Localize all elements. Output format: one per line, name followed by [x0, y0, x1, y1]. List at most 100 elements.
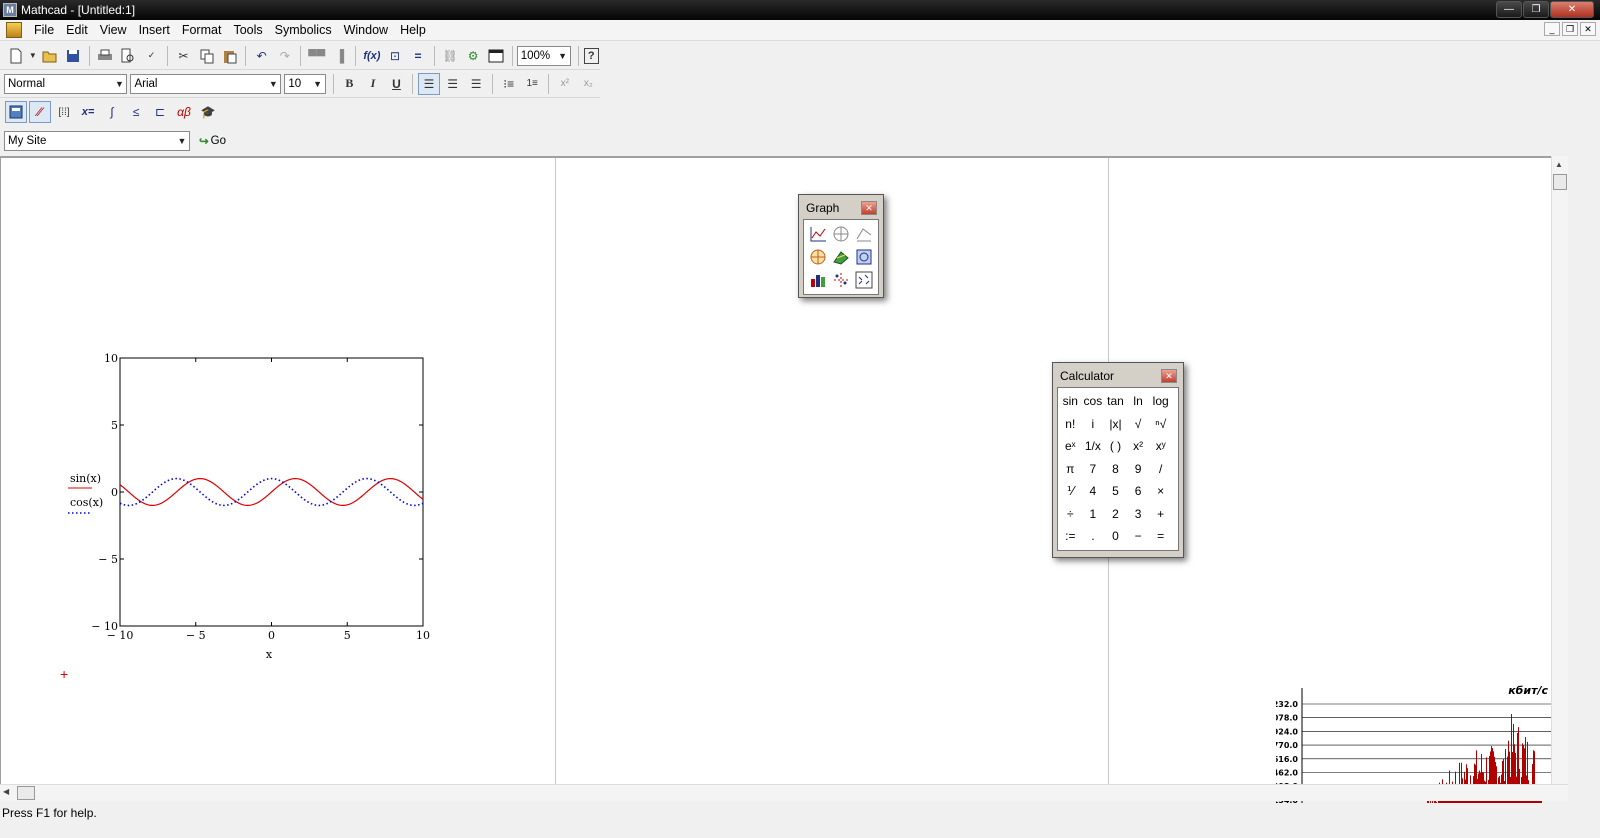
- spell-check-icon[interactable]: ✓: [141, 45, 162, 67]
- close-button[interactable]: ✕: [1550, 1, 1594, 18]
- calculus-toolbar-icon[interactable]: ∫: [101, 101, 123, 123]
- align-down-icon[interactable]: ▐: [329, 45, 350, 67]
- calculator-key[interactable]: +: [1149, 503, 1172, 526]
- programming-toolbar-icon[interactable]: ⊏: [149, 101, 171, 123]
- calculator-key[interactable]: xʸ: [1149, 435, 1172, 458]
- location-select[interactable]: My Site ▼: [4, 131, 190, 151]
- menu-symbolics[interactable]: Symbolics: [269, 23, 338, 37]
- calculator-key[interactable]: sin: [1059, 390, 1082, 413]
- calculator-key[interactable]: i: [1082, 413, 1105, 436]
- menu-file[interactable]: File: [28, 23, 60, 37]
- calculator-key[interactable]: ( ): [1104, 435, 1127, 458]
- polar-plot-icon[interactable]: [830, 223, 852, 245]
- menu-format[interactable]: Format: [176, 23, 228, 37]
- 3d-scatter-plot-icon[interactable]: [853, 246, 875, 268]
- calculator-key[interactable]: ln: [1127, 390, 1150, 413]
- align-right-icon[interactable]: ☰: [465, 73, 487, 95]
- calculator-key[interactable]: −: [1127, 525, 1150, 548]
- calculator-key[interactable]: 3: [1127, 503, 1150, 526]
- calculator-key[interactable]: 9: [1127, 458, 1150, 481]
- cut-icon[interactable]: ✂: [173, 45, 194, 67]
- insert-unit-icon[interactable]: ⊡: [384, 45, 405, 67]
- calculator-key[interactable]: cos: [1082, 390, 1105, 413]
- calculator-key[interactable]: 4: [1082, 480, 1105, 503]
- calculator-key[interactable]: tan: [1104, 390, 1127, 413]
- calculate-icon[interactable]: =: [408, 45, 429, 67]
- symbolic-toolbar-icon[interactable]: 🎓: [197, 101, 219, 123]
- component-wizard-icon[interactable]: ⚙: [463, 45, 484, 67]
- xy-plot[interactable]: 1050− 5− 10 − 10− 5 0 5 10 sin(x) cos(x) x: [60, 352, 440, 662]
- paste-icon[interactable]: [219, 45, 240, 67]
- undo-icon[interactable]: ↶: [251, 45, 272, 67]
- menu-insert[interactable]: Insert: [133, 23, 176, 37]
- calculator-key[interactable]: ×: [1149, 480, 1172, 503]
- calculator-key[interactable]: eˣ: [1059, 435, 1082, 458]
- zoom-select[interactable]: 100% ▼: [516, 45, 571, 66]
- surface-plot-icon[interactable]: [853, 223, 875, 245]
- calculator-key[interactable]: π: [1059, 458, 1082, 481]
- calculator-key[interactable]: 1: [1082, 503, 1105, 526]
- calculator-key[interactable]: 2: [1104, 503, 1127, 526]
- trace-icon[interactable]: [853, 269, 875, 291]
- calculator-key[interactable]: √: [1127, 413, 1150, 436]
- bold-button[interactable]: B: [339, 73, 361, 95]
- chevron-down-icon[interactable]: ▼: [28, 45, 38, 67]
- print-preview-icon[interactable]: [118, 45, 139, 67]
- graph-palette-header[interactable]: Graph ✕: [803, 199, 879, 217]
- zoom-icon[interactable]: [830, 269, 852, 291]
- calculator-key[interactable]: 1/x: [1082, 435, 1105, 458]
- underline-button[interactable]: U: [386, 73, 408, 95]
- greek-toolbar-icon[interactable]: αβ: [173, 101, 195, 123]
- menu-help[interactable]: Help: [394, 23, 432, 37]
- insert-function-icon[interactable]: f(x): [361, 45, 382, 67]
- subscript-button[interactable]: x₂: [578, 73, 600, 95]
- calculator-key[interactable]: .: [1082, 525, 1105, 548]
- calculator-key[interactable]: 8: [1104, 458, 1127, 481]
- vertical-scrollbar[interactable]: ▲: [1551, 156, 1568, 784]
- new-icon[interactable]: [5, 45, 26, 67]
- numbering-icon[interactable]: 1≡: [521, 73, 543, 95]
- calculator-key[interactable]: 5: [1104, 480, 1127, 503]
- scroll-thumb[interactable]: [17, 786, 35, 800]
- doc-close-button[interactable]: ✕: [1580, 22, 1596, 36]
- style-select[interactable]: Normal ▼: [4, 73, 128, 94]
- calculator-key[interactable]: |x|: [1104, 413, 1127, 436]
- calculator-key[interactable]: 6: [1127, 480, 1150, 503]
- save-icon[interactable]: [63, 45, 84, 67]
- calculator-key[interactable]: :=: [1059, 525, 1082, 548]
- doc-minimize-button[interactable]: _: [1544, 22, 1560, 36]
- close-icon[interactable]: ✕: [1161, 369, 1177, 383]
- calculator-palette-header[interactable]: Calculator ✕: [1057, 367, 1179, 385]
- align-across-icon[interactable]: ▀▀: [306, 45, 327, 67]
- calculator-key[interactable]: ⁿ√: [1149, 413, 1172, 436]
- calculator-key[interactable]: ⅟: [1059, 480, 1082, 503]
- menu-edit[interactable]: Edit: [60, 23, 94, 37]
- go-button[interactable]: ↪ Go: [199, 134, 226, 148]
- bullets-icon[interactable]: ⁝≡: [498, 73, 520, 95]
- print-icon[interactable]: [95, 45, 116, 67]
- scroll-up-icon[interactable]: ▲: [1555, 160, 1563, 169]
- insert-hyperlink-icon[interactable]: ⛓: [440, 45, 461, 67]
- horizontal-scrollbar[interactable]: ◀: [0, 784, 1568, 801]
- minimize-button[interactable]: —: [1496, 1, 1522, 18]
- 3d-bar-plot-icon[interactable]: [830, 246, 852, 268]
- calculator-key[interactable]: /: [1149, 458, 1172, 481]
- restore-button[interactable]: ❐: [1523, 1, 1549, 18]
- resource-center-icon[interactable]: [486, 45, 507, 67]
- align-center-icon[interactable]: ☰: [442, 73, 464, 95]
- document-icon[interactable]: [6, 22, 22, 38]
- close-icon[interactable]: ✕: [861, 201, 877, 215]
- italic-button[interactable]: I: [362, 73, 384, 95]
- align-left-icon[interactable]: ☰: [418, 72, 440, 95]
- xy-plot-icon[interactable]: [807, 223, 829, 245]
- calculator-palette[interactable]: Calculator ✕ sin cos tan ln log n! i |x| √ ⁿ√ eˣ 1/…: [1052, 362, 1184, 558]
- font-size-select[interactable]: 10 ▼: [284, 73, 326, 94]
- calculator-key[interactable]: x²: [1127, 435, 1150, 458]
- superscript-button[interactable]: x²: [554, 73, 576, 95]
- font-select[interactable]: Arial ▼: [130, 73, 282, 94]
- vector-field-plot-icon[interactable]: [807, 269, 829, 291]
- calculator-toolbar-icon[interactable]: [5, 101, 27, 123]
- help-icon[interactable]: ?: [583, 47, 599, 64]
- calculator-key[interactable]: 0: [1104, 525, 1127, 548]
- menu-view[interactable]: View: [94, 23, 133, 37]
